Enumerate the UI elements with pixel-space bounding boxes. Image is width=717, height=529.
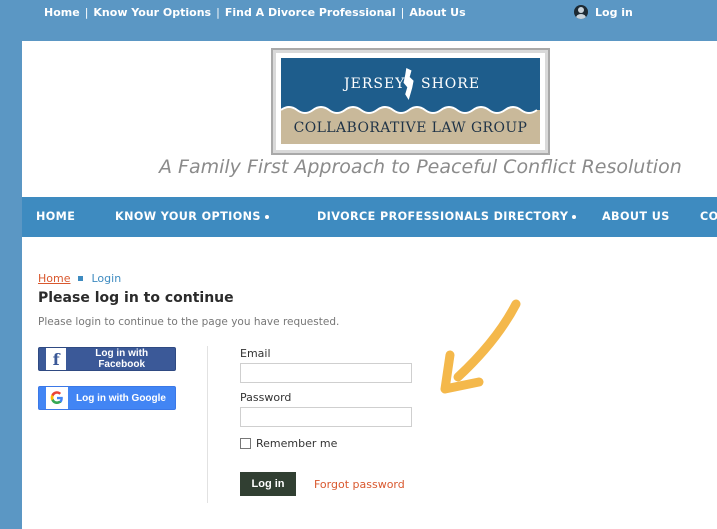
site-tagline: A Family First Approach to Peaceful Conf… bbox=[159, 156, 682, 178]
site-logo[interactable]: JERSEY SHORE COLLABORATIVE LAW GROUP bbox=[271, 48, 550, 155]
dropdown-dot-icon bbox=[572, 215, 577, 219]
main-nav-contact-label: CO bbox=[700, 210, 717, 223]
top-login-link[interactable]: Log in bbox=[574, 5, 633, 19]
dropdown-dot-icon bbox=[264, 215, 269, 219]
logo-top-right-text: SHORE bbox=[421, 76, 481, 92]
main-nav-directory-label: DIVORCE PROFESSIONALS DIRECTORY bbox=[317, 210, 569, 223]
breadcrumb-separator-icon bbox=[78, 276, 84, 281]
top-bar: Home | Know Your Options | Find A Divorc… bbox=[0, 0, 717, 30]
logo-top-panel: JERSEY SHORE bbox=[281, 58, 540, 108]
facebook-login-button[interactable]: f Log in with Facebook bbox=[38, 347, 176, 371]
google-login-button[interactable]: Log in with Google bbox=[38, 386, 176, 410]
google-icon bbox=[46, 387, 68, 409]
logo-bottom-text: COLLABORATIVE LAW GROUP bbox=[293, 120, 528, 136]
main-nav-about-us-label: ABOUT US bbox=[602, 210, 670, 223]
main-nav-home[interactable]: HOME bbox=[36, 210, 75, 223]
main-nav-know-your-options-label: KNOW YOUR OPTIONS bbox=[115, 210, 261, 223]
password-field[interactable] bbox=[240, 407, 412, 427]
breadcrumb: Home Login bbox=[38, 272, 121, 285]
forgot-password-link[interactable]: Forgot password bbox=[314, 478, 405, 491]
remember-me-label: Remember me bbox=[256, 437, 338, 450]
user-icon bbox=[574, 5, 588, 19]
remember-me-checkbox[interactable]: Remember me bbox=[240, 437, 337, 450]
top-nav-know-your-options-link[interactable]: Know Your Options bbox=[93, 6, 211, 19]
logo-bottom-panel: COLLABORATIVE LAW GROUP bbox=[281, 114, 540, 144]
email-label: Email bbox=[240, 347, 271, 360]
top-nav-separator: | bbox=[84, 6, 89, 19]
password-label: Password bbox=[240, 391, 292, 404]
form-divider bbox=[207, 346, 208, 503]
facebook-icon: f bbox=[46, 348, 67, 370]
main-nav-know-your-options[interactable]: KNOW YOUR OPTIONS bbox=[115, 210, 269, 223]
checkbox-icon[interactable] bbox=[240, 438, 251, 449]
page-title: Please log in to continue bbox=[38, 290, 234, 306]
top-nav-separator: | bbox=[400, 6, 405, 19]
login-subtext: Please login to continue to the page you… bbox=[38, 316, 340, 328]
arrow-icon bbox=[440, 299, 521, 394]
main-nav-directory[interactable]: DIVORCE PROFESSIONALS DIRECTORY bbox=[317, 210, 577, 223]
top-nav-find-professional-link[interactable]: Find A Divorce Professional bbox=[225, 6, 396, 19]
top-login-label: Log in bbox=[595, 5, 633, 19]
breadcrumb-current-page: Login bbox=[91, 272, 122, 285]
top-nav-home-link[interactable]: Home bbox=[44, 6, 80, 19]
facebook-login-label: Log in with Facebook bbox=[95, 348, 149, 370]
top-nav: Home | Know Your Options | Find A Divorc… bbox=[44, 6, 466, 19]
main-nav-contact-partial[interactable]: CO bbox=[700, 210, 717, 223]
page-content: JERSEY SHORE COLLABORATIVE LAW GROUP A F… bbox=[22, 41, 717, 529]
login-button[interactable]: Log in bbox=[240, 472, 296, 496]
main-nav-about-us[interactable]: ABOUT US bbox=[602, 210, 670, 223]
top-nav-about-us-link[interactable]: About Us bbox=[409, 6, 465, 19]
main-nav-home-label: HOME bbox=[36, 210, 76, 223]
email-field[interactable] bbox=[240, 363, 412, 383]
logo-top-left-text: JERSEY bbox=[344, 76, 406, 92]
top-nav-separator: | bbox=[216, 6, 220, 19]
google-login-label: Log in with Google bbox=[76, 392, 166, 404]
main-navigation: HOME KNOW YOUR OPTIONS DIVORCE PROFESSIO… bbox=[22, 197, 717, 237]
breadcrumb-home-link[interactable]: Home bbox=[38, 272, 70, 285]
